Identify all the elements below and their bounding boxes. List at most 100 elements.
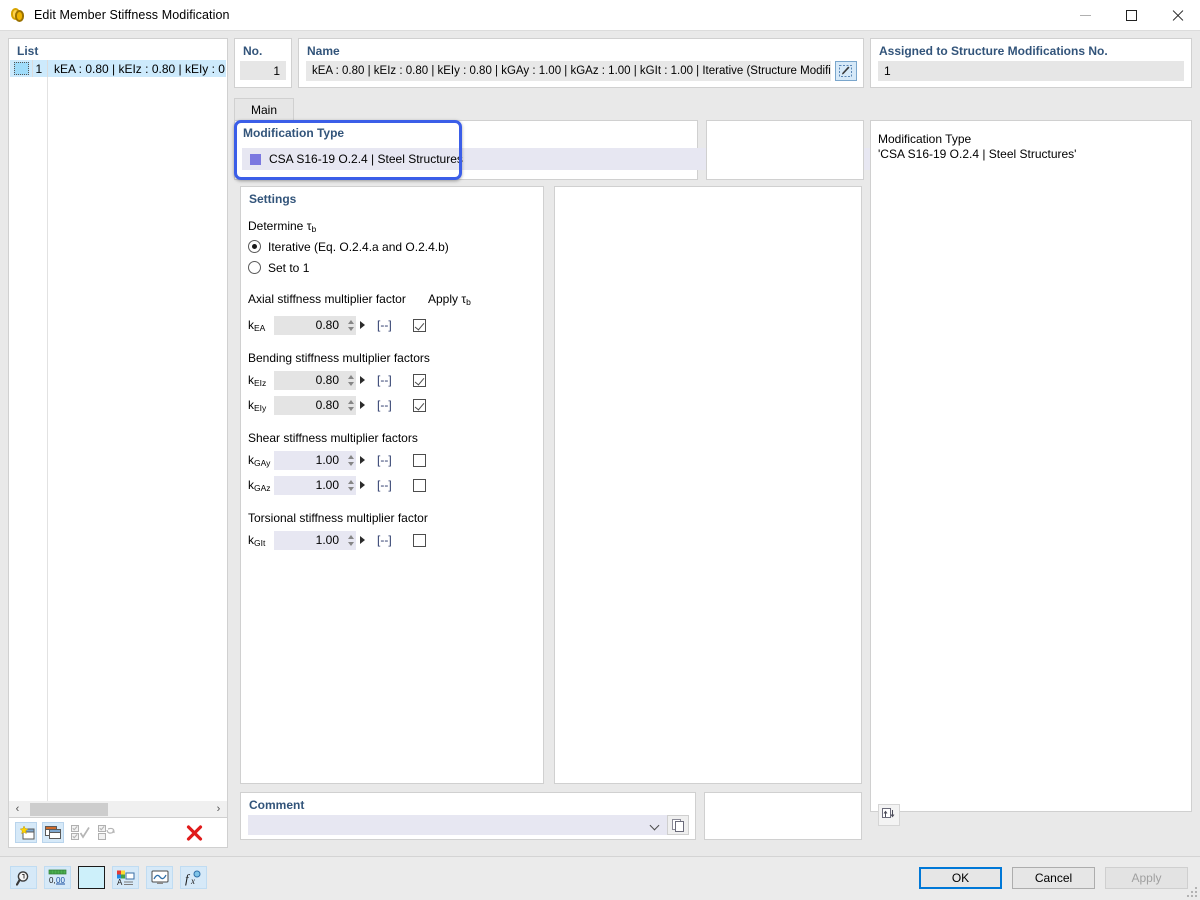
new-item-button[interactable] (15, 822, 37, 843)
apply-value-button-kGAy[interactable] (356, 451, 369, 470)
apply-value-button-kEIz[interactable] (356, 371, 369, 390)
copy-item-button[interactable] (42, 822, 64, 843)
modification-type-side-panel (706, 120, 864, 180)
spinner-arrows-kEIy[interactable] (345, 397, 356, 414)
list-horizontal-scrollbar[interactable]: ‹ › (8, 801, 228, 818)
unit-kGAz: [--] (377, 478, 392, 492)
spinner-down-icon (347, 326, 354, 331)
bending-group-title: Bending stiffness multiplier factors (248, 351, 430, 365)
comment-input[interactable] (248, 815, 668, 835)
field-label-kGIt: kGIt (248, 533, 266, 548)
resize-grip[interactable] (1187, 887, 1197, 897)
unit-kGAy: [--] (377, 453, 392, 467)
legend-settings-icon[interactable]: A (112, 866, 139, 889)
svg-text:A: A (117, 878, 123, 886)
display-monitor-icon[interactable] (146, 866, 173, 889)
name-panel: Name kEA : 0.80 | kEIz : 0.80 | kEIy : 0… (298, 38, 864, 88)
comment-label: Comment (249, 798, 305, 812)
maximize-button[interactable] (1108, 0, 1154, 31)
invert-selection-button[interactable] (96, 822, 118, 843)
checkbox-kGIt[interactable] (412, 533, 426, 547)
minimize-button[interactable] (1062, 0, 1108, 31)
spinner-arrows-kEIz[interactable] (345, 372, 356, 389)
scrollbar-track[interactable] (26, 802, 210, 817)
radio-set-to-1-label: Set to 1 (268, 260, 310, 275)
select-all-button[interactable] (69, 822, 91, 843)
spinner-value-kGIt[interactable]: 1.00 (274, 533, 345, 547)
list-item-number: 1 (35, 61, 43, 76)
list-item[interactable]: 1 kEA : 0.80 | kEIz : 0.80 | kEIy : 0.80… (10, 60, 226, 77)
delete-item-button[interactable] (183, 822, 205, 843)
decimal-places-icon[interactable]: 0, 00 (44, 866, 71, 889)
assigned-value[interactable]: 1 (878, 61, 1184, 81)
edit-name-button[interactable] (835, 61, 857, 81)
radio-iterative-indicator[interactable] (248, 240, 261, 253)
close-button[interactable] (1154, 0, 1200, 31)
apply-value-button-kGAz[interactable] (356, 476, 369, 495)
scroll-right-icon[interactable]: › (210, 802, 227, 817)
modification-type-value: CSA S16-19 O.2.4 | Steel Structures (269, 152, 463, 166)
color-swatch-icon[interactable] (78, 866, 105, 889)
unit-kGIt: [--] (377, 533, 392, 547)
unit-kEIz: [--] (377, 373, 392, 387)
radio-set-to-1[interactable]: Set to 1 (248, 258, 536, 277)
field-label-kEA: kEA (248, 318, 266, 333)
radio-iterative[interactable]: Iterative (Eq. O.2.4.a and O.2.4.b) (248, 237, 536, 256)
dialog-buttons: OK Cancel Apply (919, 867, 1188, 889)
checkbox-kGAz[interactable] (412, 478, 426, 492)
spinner-kEA[interactable]: 0.80 (274, 315, 356, 335)
checkbox-kEIz[interactable] (412, 373, 426, 387)
cancel-button[interactable]: Cancel (1012, 867, 1095, 889)
spinner-value-kEA[interactable]: 0.80 (274, 318, 345, 332)
spinner-arrows-kGAy[interactable] (345, 452, 356, 469)
spinner-up-icon (347, 319, 354, 324)
search-magnifier-icon[interactable] (10, 866, 37, 889)
spinner-arrows-kEA[interactable] (345, 317, 356, 334)
comment-chevron-down-icon[interactable] (649, 820, 660, 831)
field-label-kEIz: kEIz (248, 373, 267, 388)
maximize-icon (1125, 9, 1137, 21)
spinner-value-kEIy[interactable]: 0.80 (274, 398, 345, 412)
name-input[interactable]: kEA : 0.80 | kEIz : 0.80 | kEIy : 0.80 |… (306, 61, 831, 81)
modification-type-color-swatch (250, 153, 261, 165)
spinner-value-kGAy[interactable]: 1.00 (274, 453, 345, 467)
scrollbar-thumb[interactable] (30, 802, 108, 816)
spinner-value-kGAz[interactable]: 1.00 (274, 478, 345, 492)
apply-value-button-kEIy[interactable] (356, 396, 369, 415)
comment-right-area (870, 792, 1192, 840)
close-icon (1171, 9, 1184, 22)
radio-set-to-1-indicator[interactable] (248, 261, 261, 274)
apply-value-button-kEA[interactable] (356, 316, 369, 335)
apply-value-button-kGIt[interactable] (356, 531, 369, 550)
info-panel-text: Modification Type 'CSA S16-19 O.2.4 | St… (878, 132, 1184, 162)
field-row-kGIt: kGIt 1.00 [--] (248, 529, 536, 551)
pencil-edit-icon (839, 64, 852, 77)
spinner-kEIz[interactable]: 0.80 (274, 370, 356, 390)
scroll-left-icon[interactable]: ‹ (9, 802, 26, 817)
transfer-settings-button[interactable] (878, 804, 900, 826)
spinner-kEIy[interactable]: 0.80 (274, 395, 356, 415)
formula-function-icon[interactable]: f x (180, 866, 207, 889)
checkbox-kEA[interactable] (412, 318, 426, 332)
number-value[interactable]: 1 (240, 61, 286, 80)
spinner-value-kEIz[interactable]: 0.80 (274, 373, 345, 387)
radio-iterative-label: Iterative (Eq. O.2.4.a and O.2.4.b) (268, 239, 449, 254)
spinner-arrows-kGIt[interactable] (345, 532, 356, 549)
spinner-kGAz[interactable]: 1.00 (274, 475, 356, 495)
field-row-kEIy: kEIy 0.80 [--] (248, 394, 536, 416)
shear-group-title: Shear stiffness multiplier factors (248, 431, 418, 445)
field-row-kEA: kEA 0.80 [--] (248, 314, 536, 336)
modification-type-panel: Modification Type CSA S16-19 O.2.4 | Ste… (234, 120, 925, 180)
bottom-bar: 0, 00 A f x OK Cancel Apply (0, 856, 1200, 900)
copy-comment-button[interactable] (667, 815, 689, 835)
spinner-kGAy[interactable]: 1.00 (274, 450, 356, 470)
spinner-kGIt[interactable]: 1.00 (274, 530, 356, 550)
list-panel-label: List (17, 44, 39, 58)
settings-panel: Settings Determine τb Iterative (Eq. O.2… (240, 186, 544, 784)
spinner-arrows-kGAz[interactable] (345, 477, 356, 494)
tab-main[interactable]: Main (234, 98, 294, 120)
invert-check-icon (97, 825, 115, 840)
checkbox-kEIy[interactable] (412, 398, 426, 412)
ok-button[interactable]: OK (919, 867, 1002, 889)
checkbox-kGAy[interactable] (412, 453, 426, 467)
